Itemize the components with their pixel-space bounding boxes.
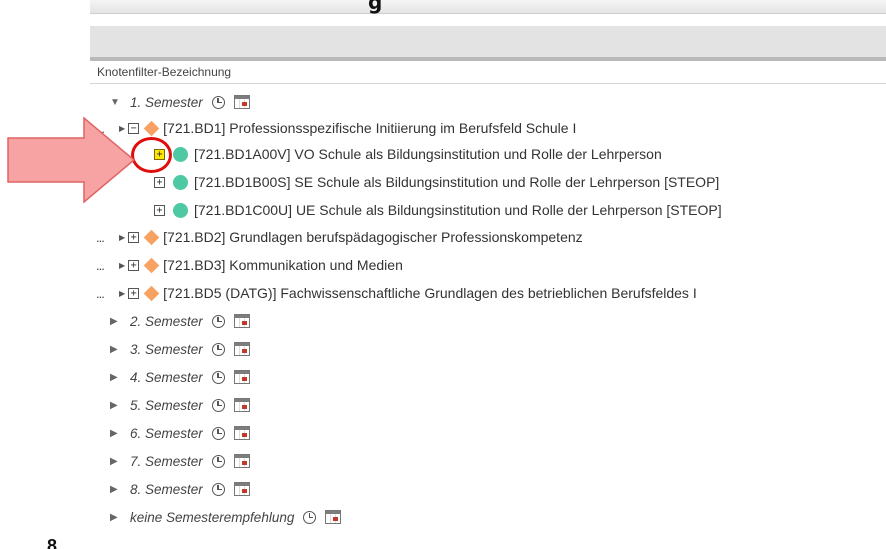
calendar-icon[interactable] xyxy=(325,510,342,524)
clock-icon[interactable] xyxy=(211,426,225,440)
ellipsis-icon[interactable]: ... xyxy=(96,286,118,301)
caret-right-icon: ▶ xyxy=(119,288,126,298)
clock-icon[interactable] xyxy=(211,314,225,328)
course-circle-icon xyxy=(173,202,188,218)
column-header: Knotenfilter-Bezeichnung xyxy=(90,62,886,84)
semester-row-2[interactable]: ▶ 2. Semester xyxy=(110,308,250,334)
semester-label: 2. Semester xyxy=(130,313,203,329)
module-diamond-icon xyxy=(143,285,160,301)
ellipsis-icon[interactable]: ... xyxy=(96,258,118,273)
clock-icon[interactable] xyxy=(211,370,225,384)
clock-icon[interactable] xyxy=(211,95,225,109)
clock-icon[interactable] xyxy=(211,454,225,468)
heading-fragment: g xyxy=(368,0,383,14)
triangle-right-icon[interactable]: ▶ xyxy=(110,344,124,355)
semester-label: 1. Semester xyxy=(130,94,203,110)
toolbar xyxy=(90,26,886,57)
expand-toggle-icon[interactable]: + xyxy=(128,287,140,299)
course-row-bd1a00v[interactable]: + [721.BD1A00V] VO Schule als Bildungsin… xyxy=(154,141,662,167)
expand-toggle-icon[interactable]: + xyxy=(128,259,140,271)
semester-row-8[interactable]: ▶ 8. Semester xyxy=(110,476,250,502)
module-diamond-icon xyxy=(143,120,160,136)
triangle-right-icon[interactable]: ▶ xyxy=(110,512,124,523)
semester-row-6[interactable]: ▶ 6. Semester xyxy=(110,420,250,446)
module-diamond-icon xyxy=(143,257,160,273)
semester-row-3[interactable]: ▶ 3. Semester xyxy=(110,336,250,362)
course-circle-icon xyxy=(173,174,188,190)
clock-icon[interactable] xyxy=(211,398,225,412)
semester-row-5[interactable]: ▶ 5. Semester xyxy=(110,392,250,418)
triangle-down-icon[interactable]: ▼ xyxy=(110,97,124,108)
clock-icon[interactable] xyxy=(211,342,225,356)
semester-label: 3. Semester xyxy=(130,341,203,357)
calendar-icon[interactable] xyxy=(233,454,250,468)
step-number: 8 xyxy=(47,536,58,549)
triangle-right-icon[interactable]: ▶ xyxy=(110,456,124,467)
ellipsis-icon[interactable]: ... xyxy=(96,230,118,245)
semester-row-7[interactable]: ▶ 7. Semester xyxy=(110,448,250,474)
triangle-right-icon[interactable]: ▶ xyxy=(110,316,124,327)
module-diamond-icon xyxy=(143,229,160,245)
calendar-icon[interactable] xyxy=(233,314,250,328)
semester-label: 6. Semester xyxy=(130,425,203,441)
expand-toggle-icon[interactable]: + xyxy=(154,176,165,188)
calendar-icon[interactable] xyxy=(233,398,250,412)
triangle-right-icon[interactable]: ▶ xyxy=(110,484,124,495)
module-row-bd2[interactable]: ... ▶ + [721.BD2] Grundlagen berufspädag… xyxy=(96,224,583,250)
course-row-bd1c00u[interactable]: + [721.BD1C00U] UE Schule als Bildungsin… xyxy=(154,197,722,223)
course-label[interactable]: [721.BD1B00S] SE Schule als Bildungsinst… xyxy=(194,174,719,190)
toolbar-divider xyxy=(90,57,886,61)
callout-arrow-icon xyxy=(7,116,136,204)
calendar-icon[interactable] xyxy=(233,342,250,356)
module-label[interactable]: [721.BD3] Kommunikation und Medien xyxy=(163,257,403,273)
top-band xyxy=(90,0,886,14)
course-row-bd1b00s[interactable]: + [721.BD1B00S] SE Schule als Bildungsin… xyxy=(154,169,719,195)
semester-row-1[interactable]: ▼ 1. Semester xyxy=(110,89,250,115)
semester-label: 5. Semester xyxy=(130,397,203,413)
course-circle-icon xyxy=(173,146,188,162)
course-label[interactable]: [721.BD1C00U] UE Schule als Bildungsinst… xyxy=(194,202,722,218)
triangle-right-icon[interactable]: ▶ xyxy=(110,400,124,411)
semester-row-4[interactable]: ▶ 4. Semester xyxy=(110,364,250,390)
semester-row-none[interactable]: ▶ keine Semesterempfehlung xyxy=(110,504,342,530)
module-row-bd1[interactable]: ... ▶ − [721.BD1] Professionsspezifische… xyxy=(96,115,576,141)
clock-icon[interactable] xyxy=(303,510,317,524)
calendar-icon[interactable] xyxy=(233,482,250,496)
expand-toggle-icon[interactable]: + xyxy=(128,231,140,243)
module-row-bd5[interactable]: ... ▶ + [721.BD5 (DATG)] Fachwissenschaf… xyxy=(96,280,697,306)
clock-icon[interactable] xyxy=(211,482,225,496)
module-row-bd3[interactable]: ... ▶ + [721.BD3] Kommunikation und Medi… xyxy=(96,252,403,278)
course-label[interactable]: [721.BD1A00V] VO Schule als Bildungsinst… xyxy=(194,146,662,162)
triangle-right-icon[interactable]: ▶ xyxy=(110,428,124,439)
expand-toggle-icon[interactable]: + xyxy=(154,204,165,216)
calendar-icon[interactable] xyxy=(233,370,250,384)
module-label[interactable]: [721.BD2] Grundlagen berufspädagogischer… xyxy=(163,229,582,245)
caret-right-icon: ▶ xyxy=(119,232,126,242)
triangle-right-icon[interactable]: ▶ xyxy=(110,372,124,383)
caret-right-icon: ▶ xyxy=(119,260,126,270)
calendar-icon[interactable] xyxy=(233,426,250,440)
semester-label: 7. Semester xyxy=(130,453,203,469)
module-label[interactable]: [721.BD5 (DATG)] Fachwissenschaftliche G… xyxy=(163,285,697,301)
semester-label: keine Semesterempfehlung xyxy=(130,509,295,525)
calendar-icon[interactable] xyxy=(233,95,250,109)
semester-label: 8. Semester xyxy=(130,481,203,497)
semester-label: 4. Semester xyxy=(130,369,203,385)
module-label[interactable]: [721.BD1] Professionsspezifische Initiie… xyxy=(163,120,576,136)
